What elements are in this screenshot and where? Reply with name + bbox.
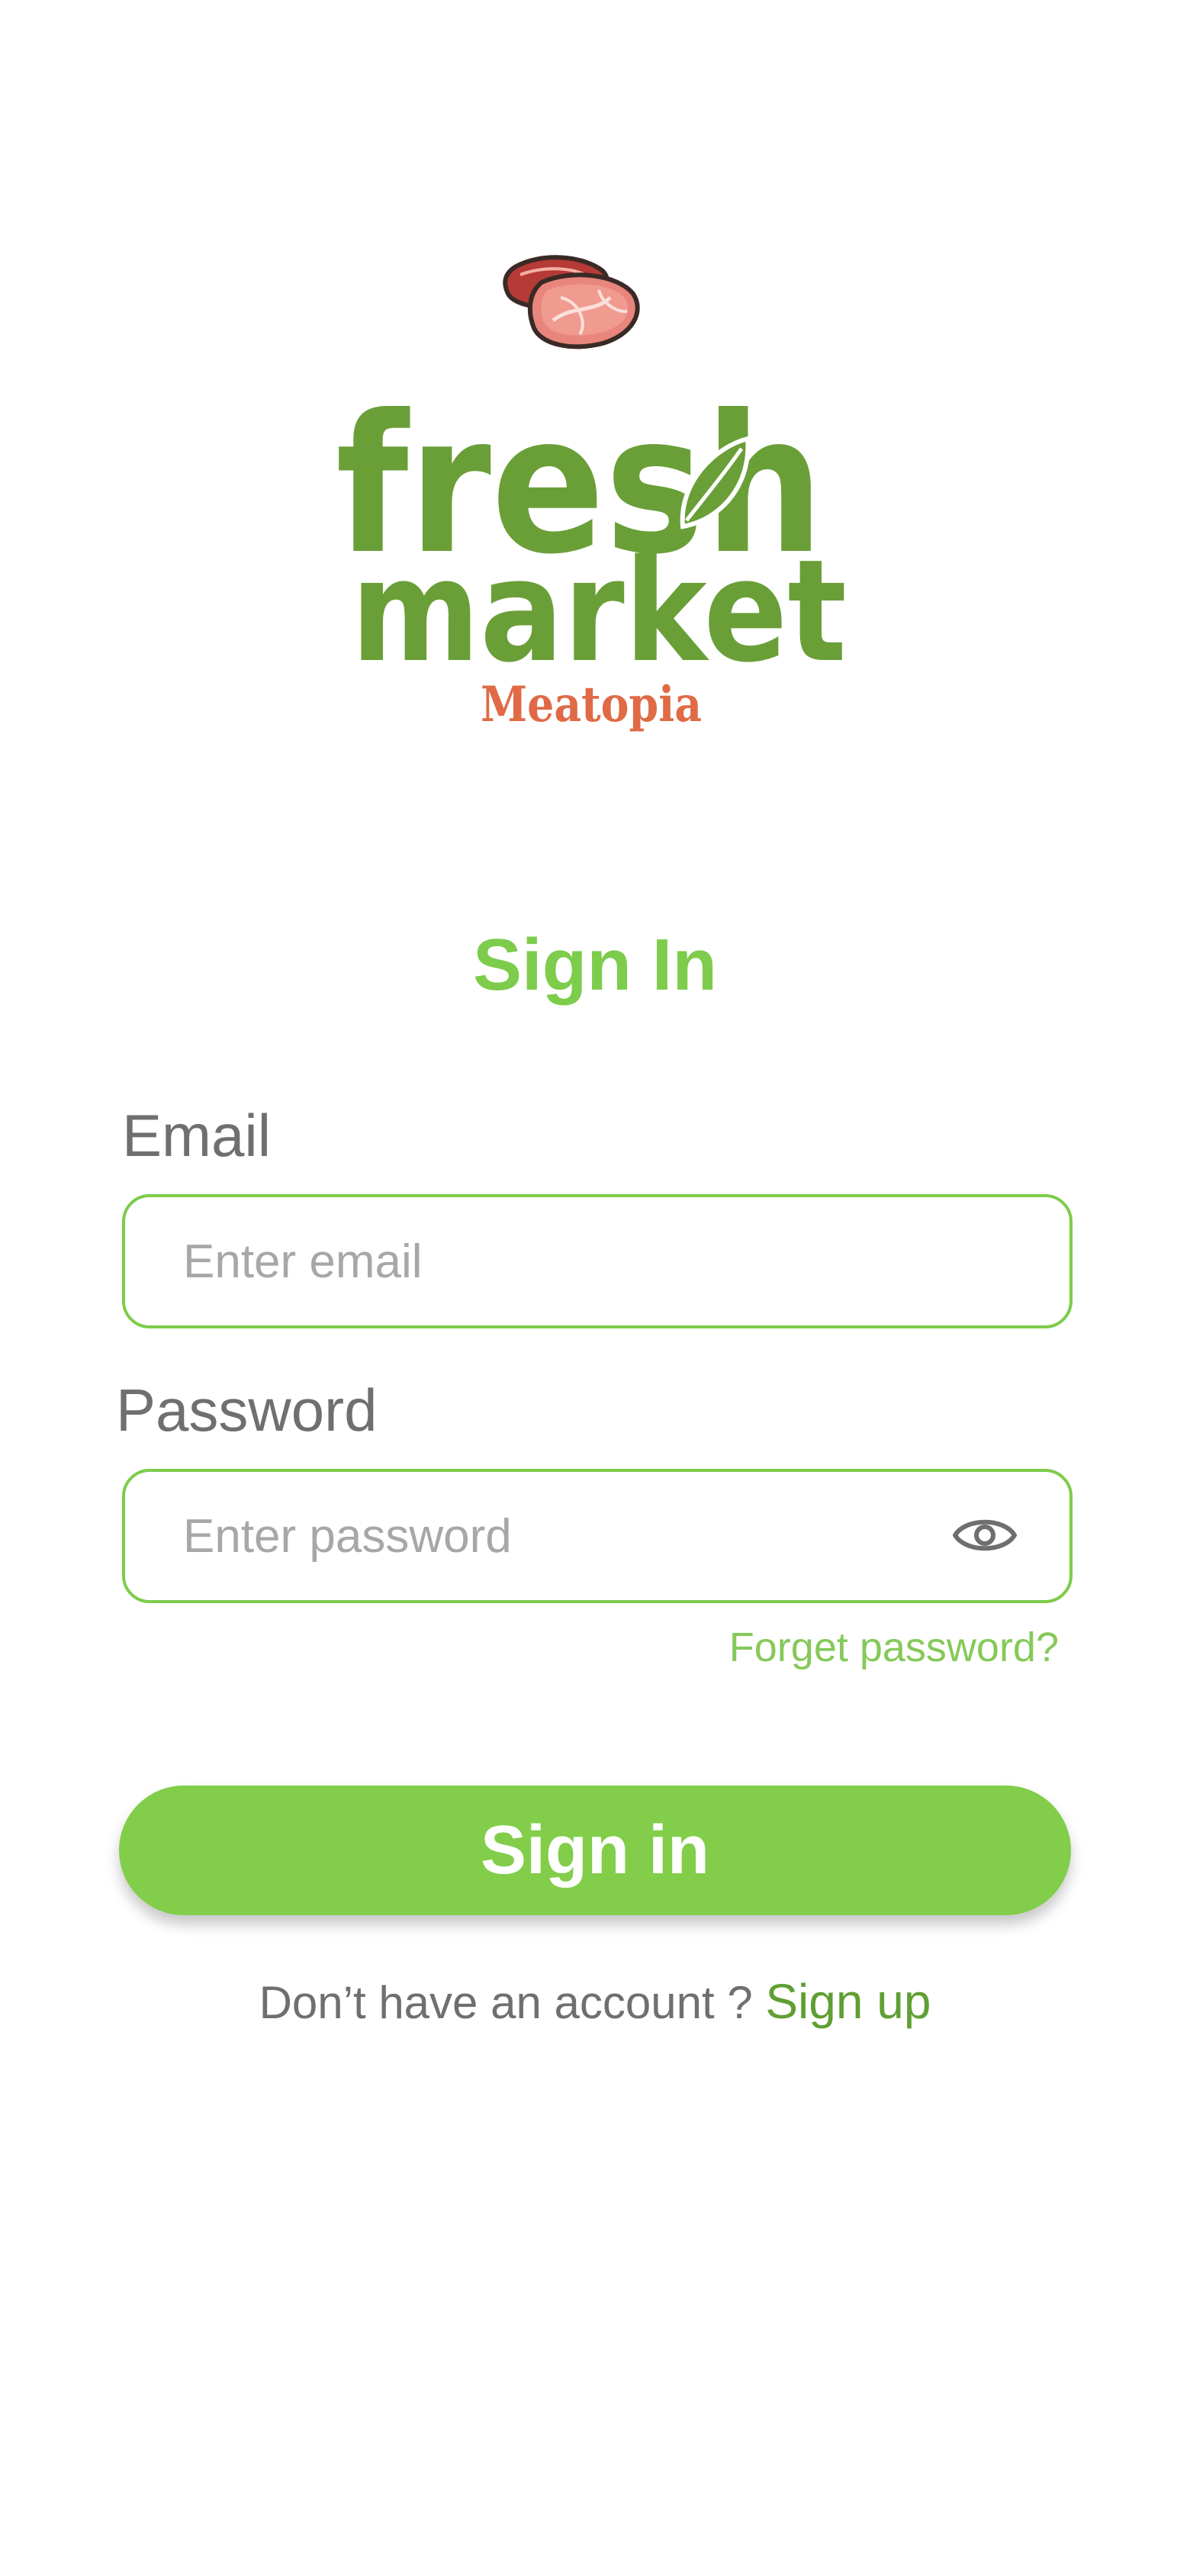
signin-screen: fresh market Meatopia Sign In Email Pass… [0, 0, 1190, 2576]
eye-icon[interactable] [952, 1510, 1018, 1560]
password-field-box[interactable] [122, 1469, 1073, 1603]
sign-up-link[interactable]: Sign up [765, 1974, 931, 2029]
password-input[interactable] [183, 1472, 946, 1600]
email-input[interactable] [183, 1197, 946, 1325]
steak-icon [503, 255, 640, 349]
sign-in-button[interactable]: Sign in [119, 1785, 1071, 1915]
page-title: Sign In [473, 924, 717, 1006]
no-account-text: Don’t have an account ? [259, 1977, 753, 2028]
email-field-box[interactable] [122, 1194, 1073, 1328]
logo-graphic: fresh market Meatopia [336, 255, 847, 733]
email-label: Email [122, 1102, 272, 1169]
logo-market-text: market [351, 529, 847, 694]
fresh-market-logo: fresh market Meatopia [320, 252, 870, 740]
forgot-password-link[interactable]: Forget password? [729, 1621, 1059, 1674]
signup-prompt: Don’t have an account ? Sign up [0, 1972, 1190, 2032]
logo-meatopia-text: Meatopia [481, 676, 702, 733]
password-label: Password [116, 1377, 378, 1444]
